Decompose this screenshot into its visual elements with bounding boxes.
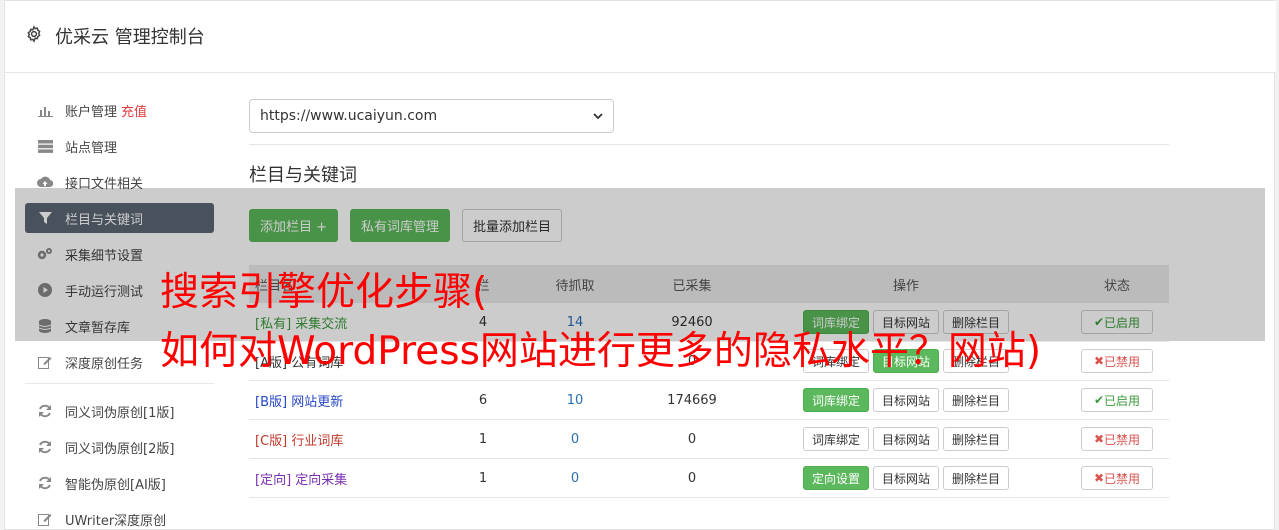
column-tag: [C版] xyxy=(255,433,288,449)
recharge-link[interactable]: 充值 xyxy=(121,101,147,120)
overlay-caption-line2: 如何对WordPress网站进行更多的隐私水平？网站) xyxy=(160,329,1042,374)
cell-collected: 0 xyxy=(687,431,697,447)
bar-chart-icon xyxy=(37,102,53,118)
sidebar-item-label: 同义词伪原创[1版] xyxy=(65,405,175,421)
header: 优采云 管理控制台 xyxy=(5,1,1276,73)
sidebar-item-label: 深度原创任务 xyxy=(65,356,144,372)
divider xyxy=(249,144,1169,145)
bind-lib-button[interactable]: 词库绑定 xyxy=(802,388,869,412)
check-icon: ✔ xyxy=(1093,393,1105,407)
bind-lib-button[interactable]: 词库绑定 xyxy=(802,427,869,451)
cell-pending[interactable]: 10 xyxy=(513,393,637,408)
sidebar-item-synonym-v2[interactable]: 同义词伪原创[2版] xyxy=(25,432,214,462)
column-name[interactable]: [定向] 定向采集 xyxy=(249,469,453,488)
caption-overlay xyxy=(15,188,1265,341)
status-label: 已禁用 xyxy=(1104,471,1141,486)
main-content: https://www.ucaiyun.com 栏目与关键词 添加栏目 + 私有… xyxy=(249,99,1169,498)
column-tag: [B版] xyxy=(255,394,288,410)
site-select-value: https://www.ucaiyun.com xyxy=(260,108,438,124)
sidebar-item-label: 同义词伪原创[2版] xyxy=(65,441,175,457)
close-icon: ✖ xyxy=(1093,432,1105,446)
sidebar-item-uwriter[interactable]: UWriter深度原创 xyxy=(25,504,214,530)
edit-icon xyxy=(37,354,53,370)
refresh-icon xyxy=(37,403,53,419)
cell-pending[interactable]: 0 xyxy=(513,432,637,447)
section-title: 栏目与关键词 xyxy=(249,165,357,186)
sidebar-item-synonym-v1[interactable]: 同义词伪原创[1版] xyxy=(25,396,214,426)
column-label: 行业词库 xyxy=(291,433,344,449)
edit-icon xyxy=(37,511,53,527)
status-toggle[interactable]: ✖ 已禁用 xyxy=(1081,349,1153,373)
refresh-icon xyxy=(37,475,53,491)
sidebar-item-label: UWriter深度原创 xyxy=(65,513,167,529)
table-row: [定向] 定向采集 1 0 0 定向设置 目标网站 删除栏目 ✖ 已禁用 xyxy=(249,459,1169,498)
sidebar-item-sites[interactable]: 站点管理 xyxy=(25,131,214,161)
server-icon xyxy=(37,138,53,154)
row-actions: 词库绑定 目标网站 删除栏目 xyxy=(747,388,1065,412)
status-label: 已禁用 xyxy=(1104,432,1141,447)
column-label: 网站更新 xyxy=(291,394,344,410)
cell-n1: 1 xyxy=(478,470,488,486)
sidebar-item-label: 账户管理 xyxy=(65,104,118,120)
cell-pending[interactable]: 0 xyxy=(513,471,637,486)
refresh-icon xyxy=(37,439,53,455)
sidebar-divider xyxy=(25,383,214,384)
target-site-button[interactable]: 目标网站 xyxy=(872,466,939,490)
delete-column-button[interactable]: 删除栏目 xyxy=(943,388,1010,412)
close-icon: ✖ xyxy=(1093,471,1105,485)
column-label: 定向采集 xyxy=(295,472,348,488)
sidebar-item-ai-rewrite[interactable]: 智能伪原创[AI版] xyxy=(25,468,214,498)
page-title: 优采云 管理控制台 xyxy=(55,27,205,48)
column-name[interactable]: [B版] 网站更新 xyxy=(249,391,453,410)
column-tag: [定向] xyxy=(255,472,292,488)
status-toggle[interactable]: ✖ 已禁用 xyxy=(1081,427,1153,451)
row-actions: 定向设置 目标网站 删除栏目 xyxy=(747,466,1065,490)
column-name[interactable]: [C版] 行业词库 xyxy=(249,430,453,449)
overlay-caption-line1: 搜索引擎优化步骤( xyxy=(160,270,488,315)
gear-icon xyxy=(27,25,41,43)
close-icon: ✖ xyxy=(1093,354,1105,368)
cell-collected: 174669 xyxy=(667,392,717,408)
target-site-button[interactable]: 目标网站 xyxy=(872,388,939,412)
delete-column-button[interactable]: 删除栏目 xyxy=(943,466,1010,490)
status-toggle[interactable]: ✔ 已启用 xyxy=(1081,388,1153,412)
cell-n1: 6 xyxy=(478,392,488,408)
status-label: 已禁用 xyxy=(1104,354,1141,369)
sidebar-item-account[interactable]: 账户管理 充值 xyxy=(25,95,214,125)
sidebar-item-label: 智能伪原创[AI版] xyxy=(65,477,166,493)
status-label: 已启用 xyxy=(1104,393,1141,408)
cell-collected: 0 xyxy=(687,470,697,486)
chevron-down-icon xyxy=(593,112,603,119)
sidebar-item-label: 站点管理 xyxy=(65,140,118,156)
table-row: [B版] 网站更新 6 10 174669 词库绑定 目标网站 删除栏目 ✔ 已启… xyxy=(249,381,1169,420)
site-select[interactable]: https://www.ucaiyun.com xyxy=(249,99,614,133)
row-actions: 词库绑定 目标网站 删除栏目 xyxy=(747,427,1065,451)
status-toggle[interactable]: ✖ 已禁用 xyxy=(1081,466,1153,490)
target-site-button[interactable]: 目标网站 xyxy=(872,427,939,451)
cell-n1: 1 xyxy=(478,431,488,447)
table-row: [C版] 行业词库 1 0 0 词库绑定 目标网站 删除栏目 ✖ 已禁用 xyxy=(249,420,1169,459)
delete-column-button[interactable]: 删除栏目 xyxy=(943,427,1010,451)
directed-settings-button[interactable]: 定向设置 xyxy=(802,466,869,490)
